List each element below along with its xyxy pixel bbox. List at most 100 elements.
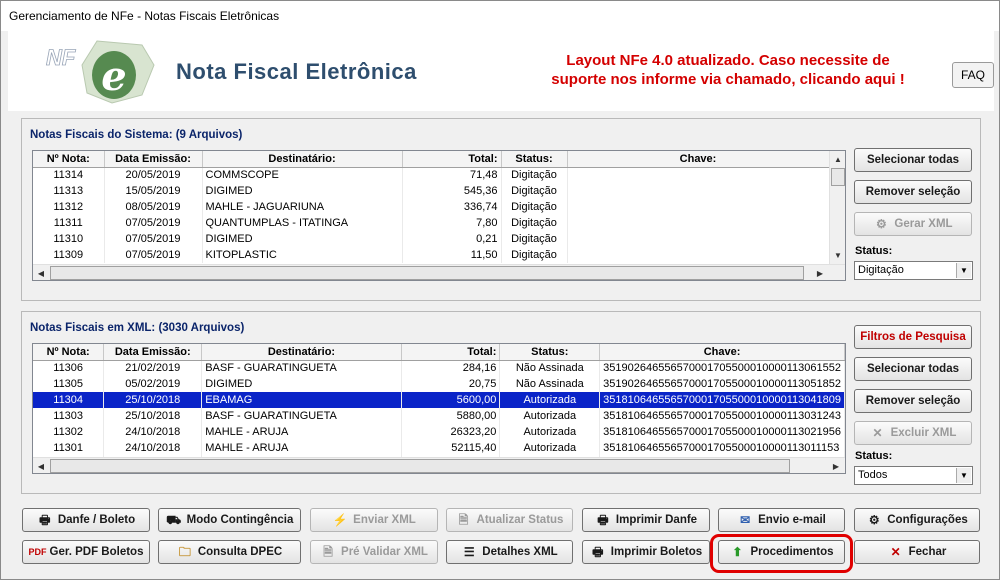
danfe-boleto-button[interactable]: 🖶 Danfe / Boleto [22,508,150,532]
column-header[interactable]: Destinatário: [202,151,403,168]
system-status-select[interactable]: Digitação ▼ [854,261,973,280]
notice-line-2[interactable]: suporte nos informe via chamado, clicand… [528,70,928,89]
print-boletos-button[interactable]: 🖶 Imprimir Boletos [582,540,710,564]
update-status-button[interactable]: 🗎 Atualizar Status [446,508,573,532]
send-email-button[interactable]: ✉ Envio e-mail [718,508,845,532]
table-row[interactable]: 11303 25/10/2018 BASF - GUARATINGUETA 5880,… [33,408,845,424]
scroll-up-icon[interactable]: ▲ [830,151,845,167]
xml-notes-title: Notas Fiscais em XML: (3030 Arquivos) [30,322,245,334]
table-cell: QUANTUMPLAS - ITATINGA [202,215,403,231]
table-row[interactable]: 11312 08/05/2019 MAHLE - JAGUARIUNA 336,74 D… [33,199,830,215]
table-cell: EBAMAG [201,392,402,408]
scroll-down-icon[interactable]: ▼ [830,247,845,263]
column-header[interactable]: Data Emissão: [103,344,203,361]
table-cell: 351902646556570001705500010000113051852 [599,376,845,392]
table-cell: 15/05/2019 [104,183,203,199]
table-row[interactable]: 11302 24/10/2018 MAHLE - ARUJA 26323,20 Auto… [33,424,845,440]
support-notice-link[interactable]: Layout NFe 4.0 atualizado. Caso necessit… [528,51,928,89]
xml-horizontal-scrollbar[interactable]: ◀ ▶ [33,457,845,473]
send-xml-button[interactable]: ⚡ Enviar XML [310,508,438,532]
table-cell: 284,16 [401,360,501,376]
column-header[interactable]: Nº Nota: [33,151,105,168]
xml-notes-grid[interactable]: Nº Nota: Data Emissão: Destinatário: Total:… [32,343,846,474]
table-cell: 25/10/2018 [103,408,203,424]
generate-xml-button[interactable]: ⚙ Gerar XML [854,212,972,236]
xml-status-value: Todos [858,469,888,481]
scroll-right-icon[interactable]: ▶ [812,265,828,280]
dpec-query-button[interactable]: 🗀 Consulta DPEC [158,540,301,564]
printer-icon: 🖶 [592,545,604,559]
close-icon: ✕ [872,426,883,440]
table-cell: 545,36 [402,183,502,199]
column-header[interactable]: Chave: [567,151,830,168]
table-cell: Autorizada [499,424,601,440]
system-notes-grid[interactable]: Nº Nota: Data Emissão: Destinatário: Total:… [32,150,846,281]
pdf-icon: PDF [28,547,47,557]
pdf-boletos-button[interactable]: PDF Ger. PDF Boletos [22,540,150,564]
printer-icon: 🖶 [597,513,609,527]
table-row[interactable]: 11309 07/05/2019 KITOPLASTIC 11,50 Digitação [33,247,830,263]
table-cell: 25/10/2018 [103,392,203,408]
search-filters-button[interactable]: Filtros de Pesquisa [854,325,972,349]
column-header[interactable]: Status: [499,344,601,361]
table-cell: 07/05/2019 [104,215,203,231]
chevron-down-icon[interactable]: ▼ [956,468,971,483]
delete-xml-button[interactable]: ✕ Excluir XML [854,421,972,445]
table-cell: 5600,00 [401,392,501,408]
scroll-thumb[interactable] [831,168,845,186]
column-header[interactable]: Total: [401,344,501,361]
notice-line-1[interactable]: Layout NFe 4.0 atualizado. Caso necessit… [528,51,928,70]
table-cell: 11302 [33,424,105,440]
xml-status-select[interactable]: Todos ▼ [854,466,973,485]
table-cell: DIGIMED [201,376,402,392]
remove-selection-system-button[interactable]: Remover seleção [854,180,972,204]
table-row[interactable]: 11306 21/02/2019 BASF - GUARATINGUETA 284,1… [33,360,845,376]
pdf-boletos-label: Ger. PDF Boletos [49,546,144,558]
nfe-logo-icon: e NF [46,40,155,104]
hscroll-thumb[interactable] [50,459,790,473]
xml-notes-table: Nº Nota: Data Emissão: Destinatário: Total:… [33,344,845,472]
table-cell: 11314 [33,167,105,183]
chevron-down-icon[interactable]: ▼ [956,263,971,278]
table-row[interactable]: 11305 05/02/2019 DIGIMED 20,75 Não Assinada 3… [33,376,845,392]
column-header[interactable]: Data Emissão: [104,151,203,168]
settings-button[interactable]: ⚙ Configurações [854,508,980,532]
scroll-left-icon[interactable]: ◀ [33,265,49,280]
remove-selection-xml-button[interactable]: Remover seleção [854,389,972,413]
column-header[interactable]: Status: [501,151,568,168]
print-danfe-label: Imprimir Danfe [615,514,698,526]
contingency-mode-button[interactable]: ⛟ Modo Contingência [158,508,301,532]
table-cell: 5880,00 [401,408,501,424]
table-row[interactable]: 11311 07/05/2019 QUANTUMPLAS - ITATINGA 7,8… [33,215,830,231]
faq-button[interactable]: FAQ [952,62,994,88]
pre-validate-xml-button[interactable]: 🗎 Pré Validar XML [310,540,438,564]
print-danfe-button[interactable]: 🖶 Imprimir Danfe [582,508,710,532]
select-all-system-button[interactable]: Selecionar todas [854,148,972,172]
table-cell: 26323,20 [401,424,501,440]
table-cell: 336,74 [402,199,502,215]
table-cell: Digitação [501,183,568,199]
column-header[interactable]: Total: [402,151,502,168]
close-button[interactable]: ✕ Fechar [854,540,980,564]
table-row[interactable]: 11310 07/05/2019 DIGIMED 0,21 Digitação [33,231,830,247]
svg-text:e: e [101,53,126,100]
scroll-right-icon[interactable]: ▶ [828,458,844,473]
table-row[interactable]: 11301 24/10/2018 MAHLE - ARUJA 52115,40 Auto… [33,440,845,456]
scroll-left-icon[interactable]: ◀ [33,458,49,473]
table-cell: 11311 [33,215,105,231]
hscroll-thumb[interactable] [50,266,804,280]
table-row[interactable]: 11313 15/05/2019 DIGIMED 545,36 Digitação [33,183,830,199]
column-header[interactable]: Nº Nota: [33,344,105,361]
xml-details-button[interactable]: ☰ Detalhes XML [446,540,573,564]
system-table-body: 11314 20/05/2019 COMMSCOPE 71,48 Digitação 11… [33,167,830,263]
column-header[interactable]: Destinatário: [201,344,402,361]
table-cell: MAHLE - ARUJA [201,424,402,440]
system-horizontal-scrollbar[interactable]: ◀ ▶ [33,264,845,280]
system-vertical-scrollbar[interactable]: ▲ ▼ [829,151,845,264]
table-row[interactable]: 11314 20/05/2019 COMMSCOPE 71,48 Digitação [33,167,830,183]
table-cell: 11305 [33,376,105,392]
table-row[interactable]: 11304 25/10/2018 EBAMAG 5600,00 Autorizada 35… [33,392,845,408]
select-all-xml-button[interactable]: Selecionar todas [854,357,972,381]
column-header[interactable]: Chave: [599,344,845,361]
table-cell: 351902646556570001705500010000113061552 [599,360,845,376]
